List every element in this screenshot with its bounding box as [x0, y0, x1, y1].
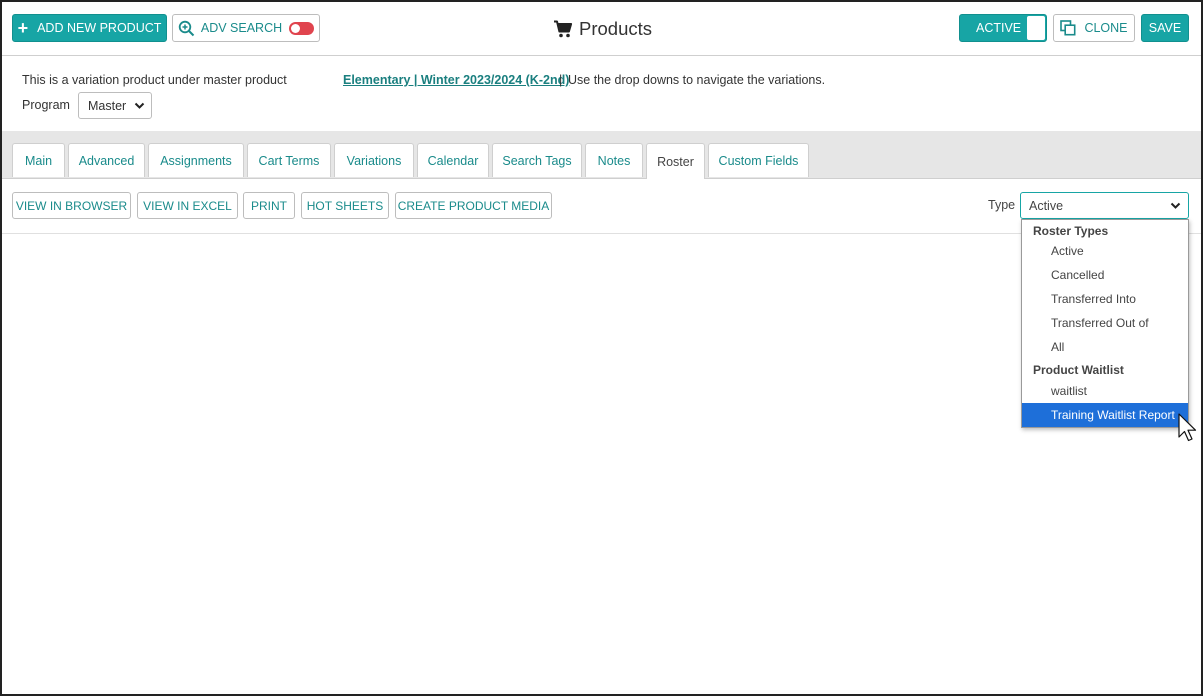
- type-select[interactable]: Active: [1020, 192, 1189, 219]
- tab-notes[interactable]: Notes: [585, 143, 643, 177]
- save-label: SAVE: [1148, 21, 1182, 35]
- button-label: PRINT: [251, 198, 287, 213]
- tab-label: Advanced: [78, 153, 135, 168]
- chevron-down-icon: [1170, 202, 1181, 209]
- tab-main[interactable]: Main: [12, 143, 65, 177]
- adv-search-label: ADV SEARCH: [200, 21, 283, 35]
- navigate-variations-note: Use the drop downs to navigate the varia…: [568, 73, 826, 87]
- tab-label: Cart Terms: [258, 153, 320, 168]
- tab-label: Variations: [346, 153, 402, 168]
- tab-label: Custom Fields: [718, 153, 799, 168]
- tab-label: Notes: [597, 153, 631, 168]
- page-title: Products: [553, 18, 652, 40]
- add-new-product-label: ADD NEW PRODUCT: [37, 21, 162, 35]
- option-label: Cancelled: [1051, 268, 1105, 282]
- option-waitlist[interactable]: waitlist: [1022, 379, 1188, 403]
- type-dropdown-list: Roster Types Active Cancelled Transferre…: [1021, 219, 1189, 428]
- variation-info-text: This is a variation product under master…: [22, 73, 287, 87]
- option-label: Transferred Into: [1051, 292, 1136, 306]
- option-label: All: [1051, 340, 1065, 354]
- tab-assignments[interactable]: Assignments: [148, 143, 244, 177]
- master-product-link[interactable]: Elementary | Winter 2023/2024 (K-2nd): [343, 73, 569, 87]
- clone-button[interactable]: CLONE: [1053, 14, 1135, 42]
- tab-variations[interactable]: Variations: [334, 143, 414, 177]
- clone-label: CLONE: [1084, 21, 1128, 35]
- type-label: Type: [988, 198, 1016, 212]
- zoom-search-icon: [178, 20, 195, 36]
- option-label: waitlist: [1051, 384, 1088, 398]
- mouse-pointer-icon: [1178, 413, 1197, 442]
- tab-cart-terms[interactable]: Cart Terms: [247, 143, 331, 177]
- active-toggle-button[interactable]: ACTIVE: [959, 14, 1047, 42]
- option-transferred-out-of[interactable]: Transferred Out of: [1022, 311, 1188, 335]
- option-label: Transferred Out of: [1051, 316, 1149, 330]
- tab-label: Search Tags: [502, 153, 572, 168]
- button-label: VIEW IN EXCEL: [143, 198, 232, 213]
- top-toolbar: + ADD NEW PRODUCT ADV SEARCH Products AC…: [2, 2, 1201, 56]
- tab-label: Main: [24, 153, 53, 168]
- program-label: Program: [22, 98, 70, 112]
- option-cancelled[interactable]: Cancelled: [1022, 263, 1188, 287]
- button-label: VIEW IN BROWSER: [15, 198, 128, 213]
- option-training-waitlist-report[interactable]: Training Waitlist Report: [1022, 403, 1188, 427]
- create-product-media-button[interactable]: CREATE PRODUCT MEDIA: [395, 192, 552, 219]
- tab-advanced[interactable]: Advanced: [68, 143, 145, 177]
- add-new-product-button[interactable]: + ADD NEW PRODUCT: [12, 14, 167, 42]
- page-title-text: Products: [579, 18, 653, 39]
- tab-label: Roster: [657, 154, 694, 169]
- tab-search-tags[interactable]: Search Tags: [492, 143, 582, 177]
- tab-label: Assignments: [160, 153, 232, 168]
- info-separator: |: [559, 73, 563, 87]
- adv-search-toggle[interactable]: [289, 21, 315, 35]
- option-label: Active: [1051, 244, 1084, 258]
- chevron-down-icon: [134, 102, 145, 109]
- button-label: HOT SHEETS: [306, 198, 384, 213]
- view-in-browser-button[interactable]: VIEW IN BROWSER: [12, 192, 131, 219]
- hot-sheets-button[interactable]: HOT SHEETS: [301, 192, 389, 219]
- group-roster-types: Roster Types: [1033, 224, 1109, 238]
- plus-icon: +: [17, 18, 29, 38]
- tab-custom-fields[interactable]: Custom Fields: [708, 143, 809, 177]
- view-in-excel-button[interactable]: VIEW IN EXCEL: [137, 192, 238, 219]
- active-label: ACTIVE: [976, 21, 1022, 35]
- option-all[interactable]: All: [1022, 335, 1188, 359]
- print-button[interactable]: PRINT: [243, 192, 295, 219]
- option-active[interactable]: Active: [1022, 239, 1188, 263]
- tab-calendar[interactable]: Calendar: [417, 143, 489, 177]
- save-button[interactable]: SAVE: [1141, 14, 1189, 42]
- tab-label: Calendar: [427, 153, 479, 168]
- option-transferred-into[interactable]: Transferred Into: [1022, 287, 1188, 311]
- tab-roster[interactable]: Roster: [646, 143, 705, 179]
- adv-search-button[interactable]: ADV SEARCH: [172, 14, 320, 42]
- program-select[interactable]: Master: [78, 92, 152, 119]
- option-label: Training Waitlist Report: [1051, 408, 1175, 422]
- group-product-waitlist: Product Waitlist: [1033, 363, 1124, 377]
- type-select-value: Active: [1029, 198, 1064, 213]
- tab-strip: Main Advanced Assignments Cart Terms Var…: [2, 131, 1201, 179]
- copy-icon: [1060, 20, 1076, 36]
- shopping-cart-icon: [554, 20, 573, 38]
- toggle-knob: [1027, 16, 1045, 40]
- app-window: + ADD NEW PRODUCT ADV SEARCH Products AC…: [0, 0, 1203, 696]
- button-label: CREATE PRODUCT MEDIA: [397, 198, 550, 213]
- program-select-value: Master: [88, 98, 127, 113]
